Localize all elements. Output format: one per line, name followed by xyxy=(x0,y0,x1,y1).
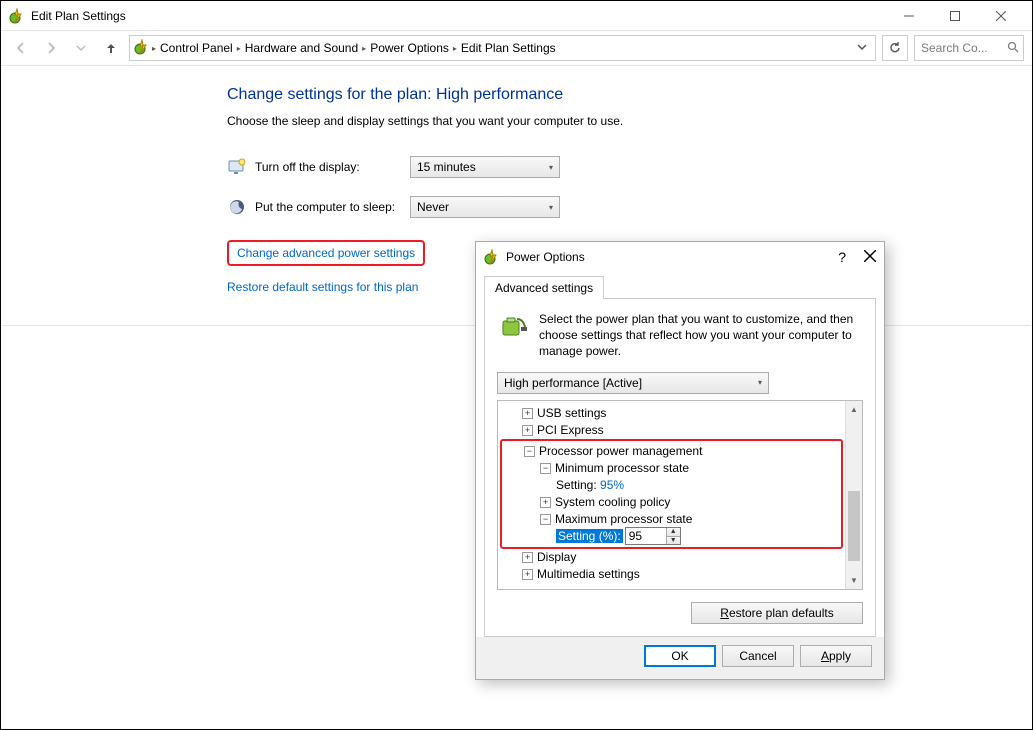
titlebar: Edit Plan Settings xyxy=(1,1,1032,31)
page-subtitle: Choose the sleep and display settings th… xyxy=(227,114,1032,128)
scroll-thumb[interactable] xyxy=(848,491,860,561)
sleep-dropdown[interactable]: Never ▾ xyxy=(410,196,560,218)
turn-off-display-dropdown[interactable]: 15 minutes ▾ xyxy=(410,156,560,178)
display-icon xyxy=(227,157,247,177)
power-options-icon xyxy=(484,249,500,265)
power-plan-dropdown[interactable]: High performance [Active] ▾ xyxy=(497,372,769,394)
address-bar[interactable]: ▸ Control Panel ▸ Hardware and Sound ▸ P… xyxy=(129,35,876,61)
collapse-icon[interactable]: − xyxy=(540,514,551,525)
minimize-button[interactable] xyxy=(886,1,932,31)
setting-value[interactable]: 95% xyxy=(600,478,624,492)
dialog-close-button[interactable] xyxy=(864,249,876,265)
maximize-button[interactable] xyxy=(932,1,978,31)
breadcrumb-item[interactable]: Control Panel xyxy=(158,39,235,57)
tree-scrollbar[interactable]: ▲ ▼ xyxy=(845,401,862,589)
tree-item[interactable]: Maximum processor state xyxy=(555,512,692,526)
up-button[interactable] xyxy=(99,36,123,60)
recent-locations-button[interactable] xyxy=(69,36,93,60)
collapse-icon[interactable]: − xyxy=(540,463,551,474)
chevron-down-icon: ▾ xyxy=(549,163,553,172)
chevron-right-icon[interactable]: ▸ xyxy=(453,44,457,53)
expand-icon[interactable]: + xyxy=(522,569,533,580)
setting-label-selected: Setting (%): xyxy=(556,529,623,543)
max-processor-spinner[interactable]: ▲ ▼ xyxy=(625,527,681,545)
restore-plan-defaults-button[interactable]: RRestore plan defaultsestore plan defaul… xyxy=(691,602,863,624)
cancel-button[interactable]: Cancel xyxy=(722,645,794,667)
search-box[interactable] xyxy=(914,35,1024,61)
nav-toolbar: ▸ Control Panel ▸ Hardware and Sound ▸ P… xyxy=(1,31,1032,66)
chevron-right-icon[interactable]: ▸ xyxy=(362,44,366,53)
spin-up-button[interactable]: ▲ xyxy=(667,528,680,537)
refresh-button[interactable] xyxy=(882,35,908,61)
chevron-down-icon: ▾ xyxy=(758,378,762,387)
scroll-down-button[interactable]: ▼ xyxy=(846,572,862,589)
help-button[interactable]: ? xyxy=(838,249,846,265)
dropdown-value: High performance [Active] xyxy=(504,376,642,390)
tree-item[interactable]: Processor power management xyxy=(539,444,702,458)
setting-label: Setting: xyxy=(556,478,597,492)
highlight-processor-section: −Processor power management −Minimum pro… xyxy=(500,439,843,549)
sleep-icon xyxy=(227,197,247,217)
dialog-description: Select the power plan that you want to c… xyxy=(539,311,863,360)
apply-button[interactable]: ApplyApply xyxy=(800,645,872,667)
expand-icon[interactable]: + xyxy=(522,425,533,436)
expand-icon[interactable]: + xyxy=(522,552,533,563)
tree-item[interactable]: Minimum processor state xyxy=(555,461,689,475)
dialog-titlebar[interactable]: Power Options ? xyxy=(476,242,884,272)
tree-item[interactable]: PCI Express xyxy=(537,423,604,437)
ok-button[interactable]: OK xyxy=(644,645,716,667)
restore-default-link[interactable]: Restore default settings for this plan xyxy=(227,280,418,294)
page-title: Change settings for the plan: High perfo… xyxy=(227,86,1032,104)
tree-item[interactable]: Display xyxy=(537,550,576,564)
tree-item[interactable]: Multimedia settings xyxy=(537,567,640,581)
tab-advanced-settings[interactable]: Advanced settings xyxy=(484,276,604,299)
change-advanced-link[interactable]: Change advanced power settings xyxy=(237,246,415,260)
scroll-up-button[interactable]: ▲ xyxy=(846,401,862,418)
window-title: Edit Plan Settings xyxy=(31,9,126,23)
spinner-input[interactable] xyxy=(626,528,666,544)
expand-icon[interactable]: + xyxy=(522,408,533,419)
power-options-icon xyxy=(134,39,150,58)
dialog-title: Power Options xyxy=(506,250,585,264)
chevron-right-icon[interactable]: ▸ xyxy=(237,44,241,53)
turn-off-display-label: Turn off the display: xyxy=(255,160,410,174)
chevron-right-icon[interactable]: ▸ xyxy=(152,44,156,53)
search-icon xyxy=(1007,41,1019,56)
tree-item[interactable]: System cooling policy xyxy=(555,495,670,509)
breadcrumb-item[interactable]: Hardware and Sound xyxy=(243,39,360,57)
breadcrumb-item[interactable]: Edit Plan Settings xyxy=(459,39,558,57)
sleep-label: Put the computer to sleep: xyxy=(255,200,410,214)
breadcrumb-item[interactable]: Power Options xyxy=(368,39,451,57)
spin-down-button[interactable]: ▼ xyxy=(667,537,680,545)
dropdown-value: Never xyxy=(417,200,449,214)
dropdown-value: 15 minutes xyxy=(417,160,476,174)
search-input[interactable] xyxy=(919,40,1007,56)
address-dropdown-button[interactable] xyxy=(853,41,871,55)
back-button[interactable] xyxy=(9,36,33,60)
close-button[interactable] xyxy=(978,1,1024,31)
expand-icon[interactable]: + xyxy=(540,497,551,508)
settings-tree[interactable]: +USB settings +PCI Express −Processor po… xyxy=(498,401,845,589)
highlight-advanced-link: Change advanced power settings xyxy=(227,240,425,266)
chevron-down-icon: ▾ xyxy=(549,203,553,212)
power-options-dialog: Power Options ? Advanced settings Select… xyxy=(475,241,885,680)
battery-icon xyxy=(497,311,529,343)
collapse-icon[interactable]: − xyxy=(524,446,535,457)
forward-button[interactable] xyxy=(39,36,63,60)
power-options-icon xyxy=(9,8,25,24)
tree-item[interactable]: USB settings xyxy=(537,406,606,420)
